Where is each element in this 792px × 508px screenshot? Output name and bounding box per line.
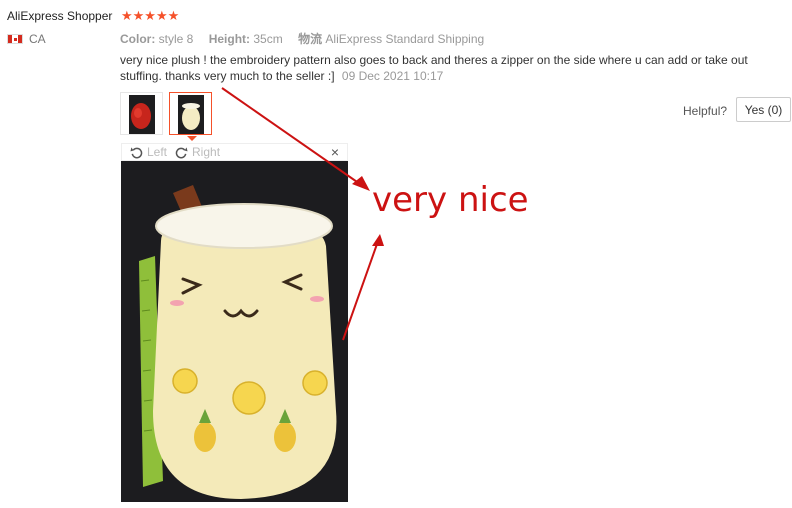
review-photo-thumbnail-1[interactable]: [120, 92, 163, 135]
color-label: Color:: [120, 32, 156, 46]
rating-stars: ★★★★★: [121, 8, 180, 23]
helpful-yes-button[interactable]: Yes (0): [736, 97, 791, 122]
review-date: 09 Dec 2021 10:17: [341, 69, 444, 83]
rotate-left-button[interactable]: Left: [130, 145, 167, 159]
shipping-label: 物流: [298, 32, 323, 46]
helpful-label: Helpful?: [683, 104, 728, 118]
review-photo-thumbnail-2[interactable]: [169, 92, 212, 135]
rotate-right-icon: [175, 146, 188, 158]
height-label: Height:: [208, 32, 251, 46]
shipping-value: AliExpress Standard Shipping: [325, 32, 485, 46]
order-info: Color: style 8 Height: 35cm 物流 AliExpres…: [120, 30, 484, 47]
flag-canada-icon: [7, 34, 23, 44]
rotate-left-label: Left: [147, 145, 168, 159]
rotate-left-icon: [130, 146, 143, 158]
selected-thumbnail-indicator: [187, 136, 197, 141]
rotate-right-label: Right: [192, 145, 221, 159]
rotate-right-button[interactable]: Right: [175, 145, 220, 159]
country-code: CA: [29, 32, 46, 46]
review-text: very nice plush ! the embroidery pattern…: [120, 52, 770, 84]
color-value: style 8: [158, 32, 194, 46]
reviewer-name: AliExpress Shopper: [7, 9, 113, 23]
review-photo-large: [121, 161, 348, 502]
height-value: 35cm: [253, 32, 283, 46]
image-viewer-toolbar: Left Right ×: [121, 143, 348, 161]
annotation-text: very nice: [372, 180, 529, 220]
reviewer-country: CA: [7, 32, 46, 46]
close-icon[interactable]: ×: [331, 144, 339, 160]
